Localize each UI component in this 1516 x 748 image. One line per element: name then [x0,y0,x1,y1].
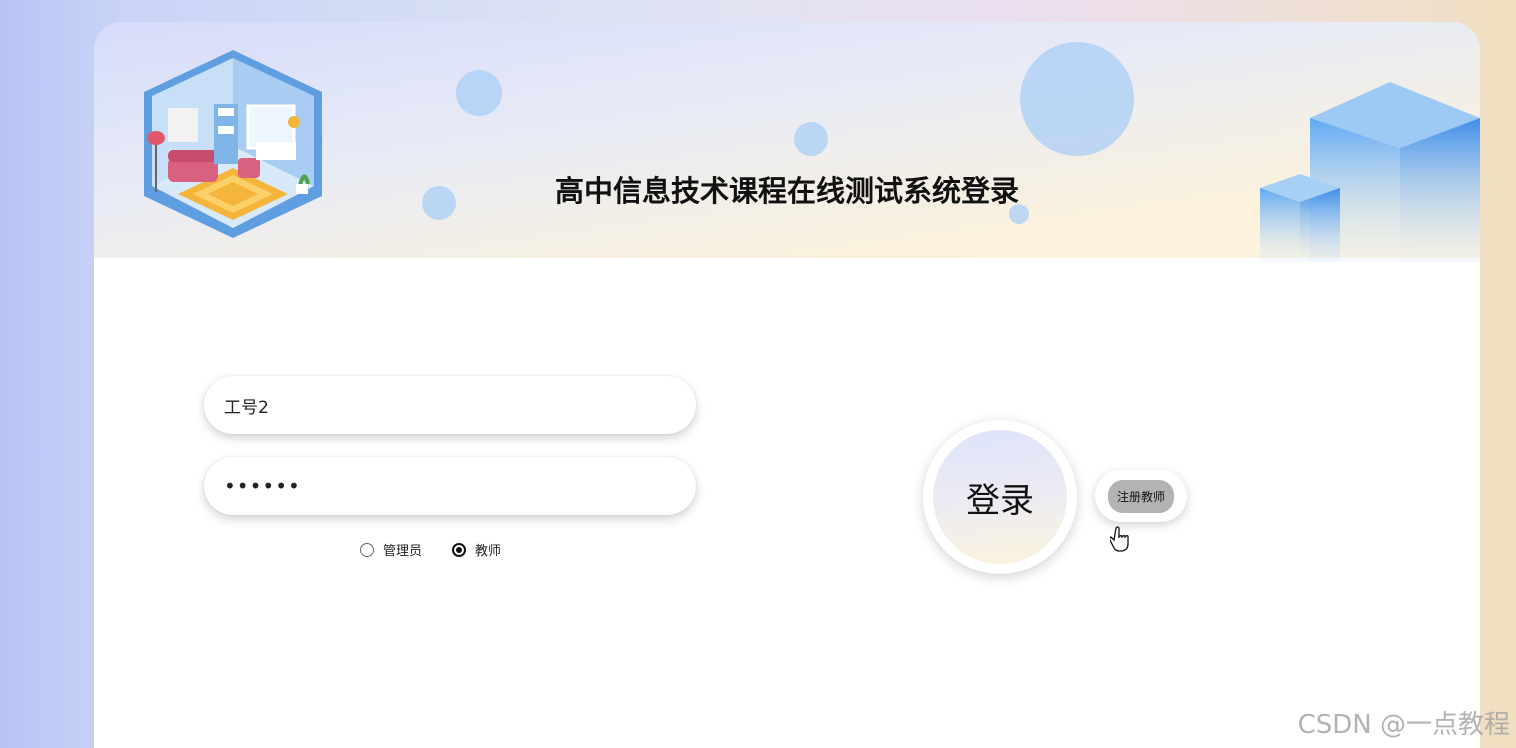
role-option-admin[interactable]: 管理员 [360,540,422,559]
hand-cursor-icon [1110,526,1129,552]
login-button[interactable]: 登录 [933,430,1067,564]
decorative-bubble [456,70,502,116]
radio-teacher[interactable] [452,542,467,557]
watermark-text: CSDN @一点教程 [1297,710,1510,740]
header-banner: 高中信息技术课程在线测试系统登录 [94,22,1480,262]
decorative-bubble [794,122,828,156]
role-option-teacher[interactable]: 教师 [452,540,501,559]
password-input[interactable] [224,474,664,498]
room-illustration-icon [144,50,322,238]
role-label-teacher: 教师 [475,544,502,559]
cubes-decoration-icon [1260,82,1480,262]
username-input[interactable] [224,395,664,415]
password-field[interactable] [204,457,696,515]
login-card: 高中信息技术课程在线测试系统登录 工号2 •••••• 管理员 教师 登录 注册… [94,22,1480,748]
login-button-ring: 登录 [923,420,1077,574]
register-button-ring: 注册教师 [1095,470,1187,522]
username-field[interactable] [204,376,696,434]
radio-admin[interactable] [360,542,374,557]
role-selector: 管理员 教师 [360,540,501,559]
register-teacher-button[interactable]: 注册教师 [1107,479,1174,513]
role-label-admin: 管理员 [383,544,423,559]
decorative-bubble [1020,42,1134,156]
